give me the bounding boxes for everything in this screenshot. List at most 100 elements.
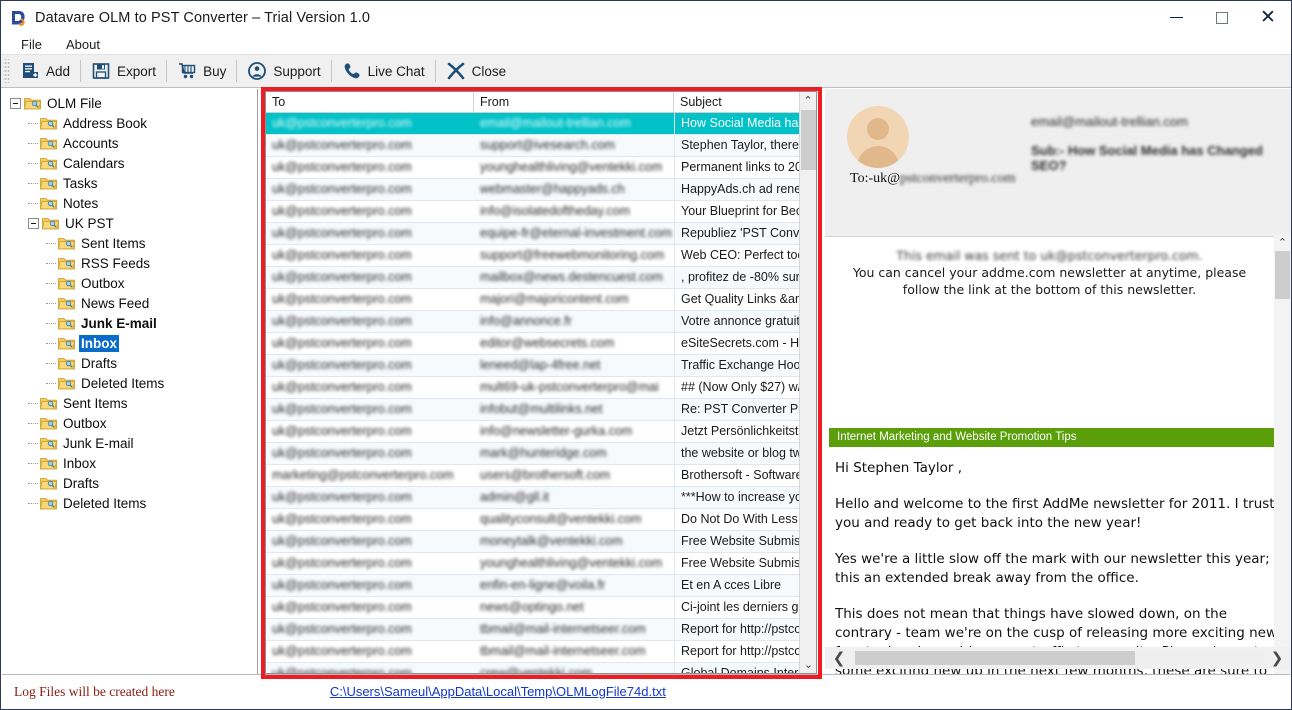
table-row[interactable]: uk@pstconverterpro.comsupport@freewebmon… [266,245,816,267]
sidebar-item-tasks[interactable]: Tasks [2,173,257,193]
table-row[interactable]: marketing@pstconverterpro.comusers@broth… [266,465,816,487]
scrollbar-thumb[interactable] [801,110,816,170]
tree-collapse-toggle[interactable] [10,98,21,109]
table-row[interactable]: uk@pstconverterpro.comemail@mailout-trel… [266,113,816,135]
sidebar-item-deleted-items[interactable]: Deleted Items [2,373,257,393]
cell-subject: Stephen Taylor, theres still [674,135,801,156]
column-header-to[interactable]: To [266,92,474,112]
sidebar-item-address-book[interactable]: Address Book [2,113,257,133]
cell-to: uk@pstconverterpro.com [266,333,474,354]
table-row[interactable]: uk@pstconverterpro.commult69-uk-pstconve… [266,377,816,399]
table-row[interactable]: uk@pstconverterpro.comcrew@ventekki.comG… [266,663,816,673]
sidebar-item-drafts[interactable]: Drafts [2,473,257,493]
table-row[interactable]: uk@pstconverterpro.comtbmail@mail-intern… [266,619,816,641]
sidebar-item-junk-e-mail[interactable]: Junk E-mail [2,433,257,453]
table-row[interactable]: uk@pstconverterpro.cominfo@isolatedofthe… [266,201,816,223]
cell-from: users@brothersoft.com [474,465,674,486]
sidebar-item-inbox[interactable]: Inbox [2,453,257,473]
email-list-vertical-scrollbar[interactable]: ⌃ ⌄ [799,92,816,673]
sidebar-item-outbox[interactable]: Outbox [2,413,257,433]
table-row[interactable]: uk@pstconverterpro.commajori@majoriconte… [266,289,816,311]
sidebar-item-calendars[interactable]: Calendars [2,153,257,173]
maximize-icon[interactable] [1199,1,1245,34]
scrollbar-thumb[interactable] [1275,251,1290,299]
table-row[interactable]: uk@pstconverterpro.comenfin-en-ligne@voi… [266,575,816,597]
add-file-icon [20,61,40,81]
cell-subject: eSiteSecrets.com - How In [674,333,801,354]
status-bar: Log Files will be created here C:\Users\… [2,674,1290,708]
chevron-down-icon[interactable]: ⌄ [800,656,817,673]
table-row[interactable]: uk@pstconverterpro.comyounghealthliving@… [266,157,816,179]
table-row[interactable]: uk@pstconverterpro.cominfobut@multilinks… [266,399,816,421]
live-chat-button[interactable]: Live Chat [332,56,435,86]
preview-recipient-prefix: To:-uk@ [850,171,900,186]
chevron-up-icon[interactable]: ⌃ [800,92,816,109]
email-list-pane[interactable]: To From Subject uk@pstconverterpro.comem… [265,91,817,674]
tree-connector [46,243,56,244]
table-row[interactable]: uk@pstconverterpro.commailbox@news.deste… [266,267,816,289]
preview-horizontal-scrollbar[interactable]: ❮ ❯ [825,647,1291,669]
scrollbar-thumb[interactable] [855,651,1135,665]
support-button[interactable]: Support [237,56,330,86]
sidebar-item-notes[interactable]: Notes [2,193,257,213]
minimize-icon[interactable] [1153,1,1199,34]
sidebar-item-news-feed[interactable]: News Feed [2,293,257,313]
folder-icon [40,436,57,450]
table-row[interactable]: uk@pstconverterpro.comleneed@lap-4free.n… [266,355,816,377]
table-row[interactable]: uk@pstconverterpro.comnews@optingo.netCi… [266,597,816,619]
email-preview-header: email@mailout-trellian.com Sub:- How Soc… [825,89,1291,237]
sidebar-item-accounts[interactable]: Accounts [2,133,257,153]
cell-from: webmaster@happyads.ch [474,179,674,200]
sidebar-item-label: Accounts [61,135,121,152]
sidebar-item-rss-feeds[interactable]: RSS Feeds [2,253,257,273]
cell-to: uk@pstconverterpro.com [266,575,474,596]
table-row[interactable]: uk@pstconverterpro.comadmin@gll.it***How… [266,487,816,509]
tree-collapse-toggle[interactable] [28,218,39,229]
chevron-up-icon[interactable]: ⌃ [1274,234,1291,251]
close-icon[interactable]: ✕ [1245,1,1291,34]
table-row[interactable]: uk@pstconverterpro.cominfo@annonce.frVot… [266,311,816,333]
table-row[interactable]: uk@pstconverterpro.comsupport@ivesearch.… [266,135,816,157]
table-row[interactable]: uk@pstconverterpro.cominfo@newsletter-gu… [266,421,816,443]
log-file-path-link[interactable]: C:\Users\Sameul\AppData\Local\Temp\OLMLo… [330,684,666,699]
sidebar-item-uk-pst[interactable]: UK PST [2,213,257,233]
table-row[interactable]: uk@pstconverterpro.comeditor@websecrets.… [266,333,816,355]
email-body: Hi Stephen Taylor , Hello and welcome to… [829,459,1277,675]
sidebar-item-inbox[interactable]: Inbox [2,333,257,353]
toolbar: Add Export Buy [1,55,1291,88]
sidebar-item-deleted-items[interactable]: Deleted Items [2,493,257,513]
sidebar-item-outbox[interactable]: Outbox [2,273,257,293]
table-row[interactable]: uk@pstconverterpro.commoneytalk@ventekki… [266,531,816,553]
chevron-right-icon[interactable]: ❯ [1263,649,1291,667]
sidebar-item-label: Deleted Items [61,495,148,512]
folder-icon [40,416,57,430]
buy-button[interactable]: Buy [167,56,236,86]
scrollbar-track[interactable] [853,651,1263,665]
table-row[interactable]: uk@pstconverterpro.comequipe-fr@eternal-… [266,223,816,245]
menu-item-about[interactable]: About [56,36,110,53]
table-row[interactable]: uk@pstconverterpro.commark@hunteridge.co… [266,443,816,465]
table-row[interactable]: uk@pstconverterpro.comtbmail@mail-intern… [266,641,816,663]
close-button[interactable]: Close [436,56,517,86]
chevron-left-icon[interactable]: ❮ [825,649,853,667]
table-row[interactable]: uk@pstconverterpro.comwebmaster@happyads… [266,179,816,201]
export-button[interactable]: Export [81,56,166,86]
sidebar-item-olm-file[interactable]: OLM File [2,93,257,113]
folder-tree-sidebar[interactable]: OLM FileAddress Book AccountsCalendarsTas… [2,89,258,675]
table-row[interactable]: uk@pstconverterpro.comqualityconsult@ven… [266,509,816,531]
sidebar-item-label: Notes [61,195,100,212]
add-button[interactable]: Add [10,56,80,86]
sidebar-item-junk-e-mail[interactable]: Junk E-mail [2,313,257,333]
table-row[interactable]: uk@pstconverterpro.comyounghealthliving@… [266,553,816,575]
column-header-from[interactable]: From [474,92,674,112]
menu-item-file[interactable]: File [11,36,52,53]
column-header-subject[interactable]: Subject [674,92,801,112]
sidebar-item-drafts[interactable]: Drafts [2,353,257,373]
cell-to: uk@pstconverterpro.com [266,179,474,200]
preview-vertical-scrollbar[interactable]: ⌃ ⌄ [1274,234,1291,675]
sidebar-item-sent-items[interactable]: Sent Items [2,393,257,413]
toolbar-grip[interactable] [3,59,10,83]
sidebar-item-sent-items[interactable]: Sent Items [2,233,257,253]
cell-subject: ## (Now Only $27) w/Full [674,377,801,398]
cell-to: uk@pstconverterpro.com [266,311,474,332]
